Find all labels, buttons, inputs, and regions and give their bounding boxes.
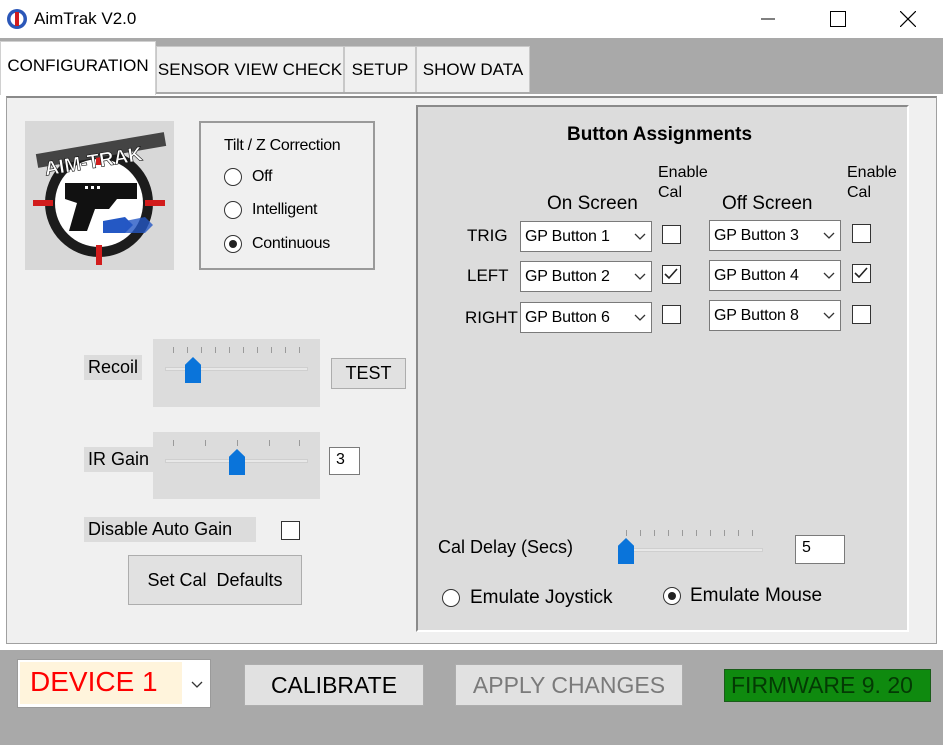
chevron-down-icon	[633, 270, 647, 284]
right-off-screen-select[interactable]: GP Button 8	[709, 300, 841, 331]
firmware-version-label: FIRMWARE 9. 20	[724, 669, 931, 702]
checkmark-icon	[854, 267, 868, 279]
off-enable-cal-header: Enable Cal	[847, 164, 897, 201]
tilt-intelligent-label: Intelligent	[252, 201, 318, 218]
device-select-value: DEVICE 1	[20, 662, 182, 704]
emulate-mouse-label: Emulate Mouse	[690, 585, 823, 606]
tab-sensor-view-check[interactable]: SENSOR VIEW CHECK	[156, 46, 344, 92]
row-label-left: LEFT	[467, 266, 509, 285]
chevron-down-icon	[822, 309, 836, 323]
cal-delay-slider[interactable]	[610, 522, 770, 572]
emulate-mouse-radio[interactable]	[663, 587, 681, 605]
set-cal-defaults-button[interactable]: Set Cal Defaults	[128, 555, 302, 605]
disable-auto-gain-checkbox[interactable]	[281, 521, 300, 540]
ir-gain-value-field[interactable]: 3	[329, 447, 360, 475]
row-label-trig: TRIG	[467, 226, 508, 245]
on-enable-cal-header: Enable Cal	[658, 164, 708, 201]
close-button[interactable]	[873, 0, 943, 38]
tab-setup[interactable]: SETUP	[344, 46, 416, 92]
disable-auto-gain-label: Disable Auto Gain	[84, 517, 256, 542]
emulate-joystick-radio[interactable]	[442, 589, 460, 607]
close-icon	[900, 11, 916, 27]
left-on-screen-select[interactable]: GP Button 2	[520, 261, 652, 292]
recoil-slider-thumb[interactable]	[185, 357, 201, 383]
trig-off-screen-select[interactable]: GP Button 3	[709, 220, 841, 251]
ir-gain-label: IR Gain	[84, 447, 154, 472]
button-assignments-title: Button Assignments	[567, 124, 753, 145]
tab-configuration[interactable]: CONFIGURATION	[0, 41, 156, 95]
right-on-enable-cal-checkbox[interactable]	[662, 305, 681, 324]
cal-delay-label: Cal Delay (Secs)	[438, 537, 574, 557]
right-on-screen-select[interactable]: GP Button 6	[520, 302, 652, 333]
tilt-intelligent-radio[interactable]	[224, 201, 242, 219]
aimtrak-app-icon	[6, 8, 28, 30]
aimtrak-logo: AIM-TRAK	[25, 121, 174, 270]
minimize-button[interactable]	[733, 0, 803, 38]
ir-gain-slider[interactable]	[153, 432, 320, 499]
maximize-button[interactable]	[803, 0, 873, 38]
tilt-continuous-label: Continuous	[252, 235, 330, 252]
checkmark-icon	[664, 268, 678, 280]
left-off-enable-cal-checkbox[interactable]	[852, 264, 871, 283]
test-button[interactable]: TEST	[331, 358, 406, 389]
chevron-down-icon	[822, 229, 836, 243]
tilt-off-radio[interactable]	[224, 168, 242, 186]
minimize-icon	[761, 18, 775, 20]
tilt-off-label: Off	[252, 168, 273, 185]
off-screen-header: Off Screen	[722, 193, 813, 214]
maximize-icon	[830, 11, 846, 27]
apply-changes-button[interactable]: APPLY CHANGES	[455, 664, 683, 706]
left-on-enable-cal-checkbox[interactable]	[662, 265, 681, 284]
left-off-screen-select[interactable]: GP Button 4	[709, 260, 841, 291]
chevron-down-icon	[633, 311, 647, 325]
chevron-down-icon	[633, 230, 647, 244]
right-off-enable-cal-checkbox[interactable]	[852, 305, 871, 324]
row-label-right: RIGHT	[465, 308, 518, 327]
cal-delay-value-field[interactable]: 5	[795, 535, 845, 564]
tab-show-data[interactable]: SHOW DATA	[416, 46, 530, 92]
ir-gain-slider-thumb[interactable]	[229, 449, 245, 475]
window-title: AimTrak V2.0	[34, 9, 137, 28]
recoil-label: Recoil	[84, 355, 143, 380]
on-screen-header: On Screen	[547, 193, 638, 214]
trig-on-enable-cal-checkbox[interactable]	[662, 225, 681, 244]
trig-off-enable-cal-checkbox[interactable]	[852, 224, 871, 243]
chevron-down-icon	[822, 269, 836, 283]
emulate-joystick-label: Emulate Joystick	[470, 587, 613, 608]
recoil-slider[interactable]	[153, 339, 320, 407]
cal-delay-slider-thumb[interactable]	[618, 538, 634, 564]
trig-on-screen-select[interactable]: GP Button 1	[520, 221, 652, 252]
tilt-continuous-radio[interactable]	[224, 235, 242, 253]
tilt-correction-title: Tilt / Z Correction	[224, 137, 341, 154]
calibrate-button[interactable]: CALIBRATE	[244, 664, 424, 706]
chevron-down-icon	[190, 678, 204, 692]
